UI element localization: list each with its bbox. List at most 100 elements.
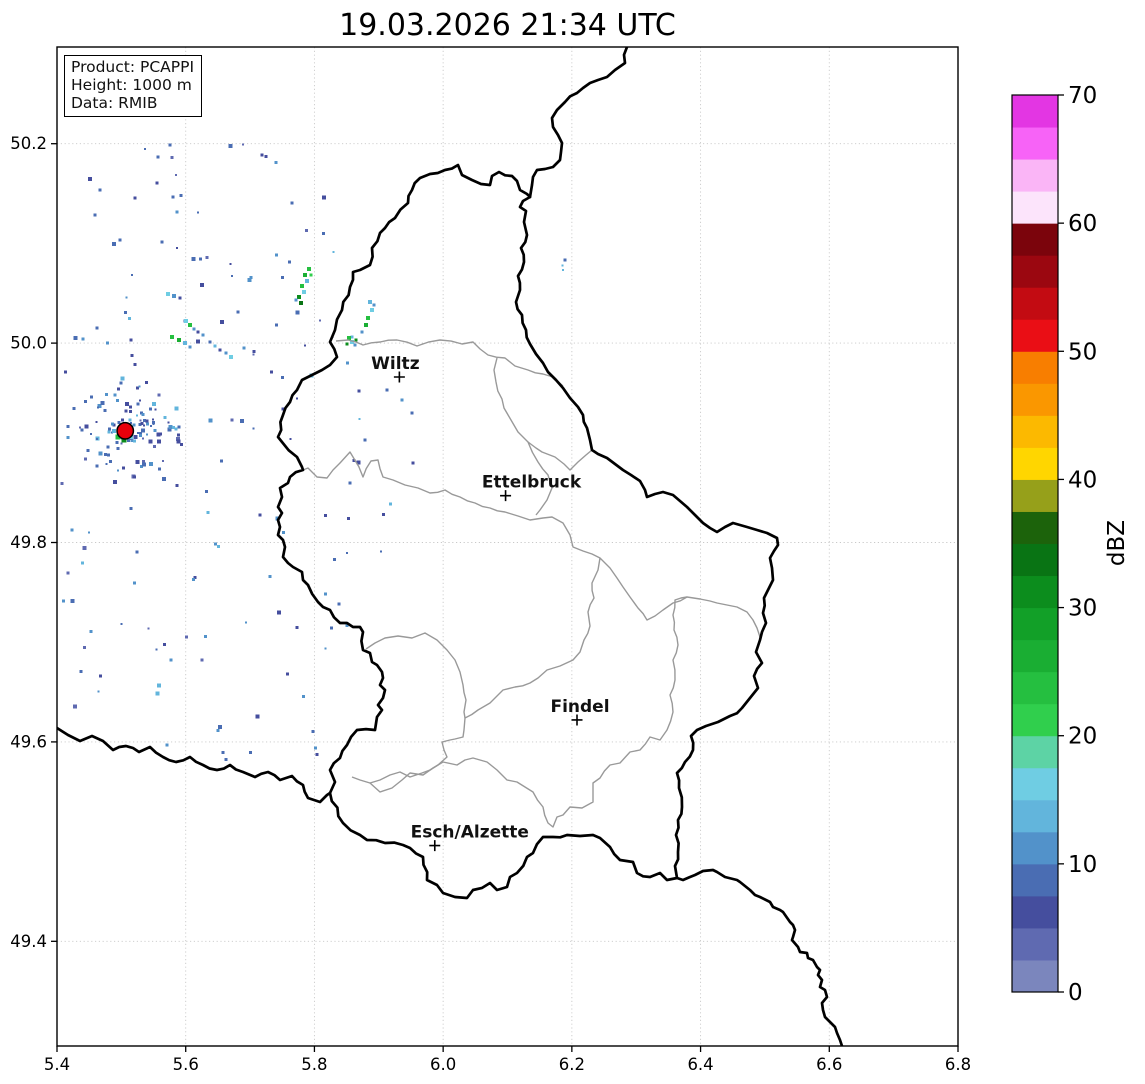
radar-echo-pixel — [192, 577, 196, 581]
colorbar-segment — [1012, 191, 1058, 224]
radar-echo-pixel — [200, 658, 204, 662]
radar-echo-pixel — [345, 342, 349, 346]
colorbar-segment — [1012, 319, 1058, 352]
colorbar-segment — [1012, 287, 1058, 320]
radar-echo-pixel — [242, 346, 246, 350]
district-border — [335, 339, 564, 387]
radar-echo-pixel — [309, 273, 313, 277]
colorbar-segment — [1012, 799, 1058, 833]
colorbar-segment — [1012, 735, 1058, 769]
radar-echo-pixel — [214, 542, 218, 546]
data-source-label: Data: RMIB — [71, 94, 158, 112]
radar-echo-pixel — [113, 393, 117, 397]
radar-echo-pixel — [260, 153, 264, 157]
radar-echo-pixel — [133, 434, 138, 439]
colorbar-segment — [1012, 351, 1058, 384]
radar-echo-pixel — [163, 415, 167, 419]
radar-echo-pixel — [112, 429, 116, 433]
radar-echo-pixel — [152, 402, 157, 407]
radar-echo-pixel — [133, 196, 137, 200]
radar-echo-pixel — [146, 422, 150, 426]
radar-echo-pixel — [157, 467, 161, 471]
radar-echo-pixel — [100, 400, 105, 405]
radar-echo-pixel — [95, 464, 99, 468]
radar-echo-pixel — [84, 400, 88, 404]
radar-echo-pixel — [255, 714, 260, 719]
x-tick-label: 6.6 — [816, 1055, 842, 1074]
radar-echo-pixel — [318, 319, 321, 322]
radar-echo-pixel — [80, 428, 84, 432]
radar-echo-pixel — [115, 441, 119, 444]
colorbar-segment — [1012, 415, 1058, 448]
radar-echo-pixel — [168, 425, 173, 430]
radar-echo-pixel — [98, 451, 103, 456]
radar-echo-pixel — [148, 439, 153, 444]
radar-echo-pixel — [297, 295, 301, 299]
radar-echo-pixel — [72, 704, 77, 709]
radar-echo-pixel — [198, 257, 202, 261]
radar-echo-pixel — [290, 201, 294, 205]
colorbar-segment — [1012, 863, 1058, 897]
radar-echo-pixel — [229, 355, 233, 359]
radar-echo-pixel — [280, 376, 284, 379]
radar-site-marker — [116, 421, 135, 440]
radar-echo-pixel — [388, 502, 392, 506]
colorbar-segment — [1012, 927, 1058, 961]
colorbar-tick-label: 70 — [1068, 83, 1097, 109]
radar-echo-pixel — [148, 462, 153, 466]
radar-echo-pixel — [127, 316, 131, 320]
radar-echo-pixel — [177, 338, 181, 342]
radar-echo-pixel — [103, 408, 107, 412]
colorbar-segment — [1012, 543, 1058, 577]
radar-echo-pixel — [167, 421, 170, 424]
radar-echo-pixel — [302, 290, 306, 294]
radar-echo-pixel — [176, 439, 181, 444]
x-tick-label: 6.0 — [430, 1055, 456, 1074]
colorbar-segment — [1012, 447, 1058, 480]
radar-echo-pixel — [129, 405, 133, 409]
radar-echo-pixel — [380, 550, 383, 553]
radar-echo-pixel — [294, 298, 298, 302]
radar-echo-pixel — [104, 393, 108, 396]
radar-echo-pixel — [136, 414, 138, 417]
radar-echo-pixel — [300, 284, 304, 288]
radar-echo-pixel — [142, 459, 146, 463]
radar-echo-pixel — [175, 210, 179, 214]
radar-echo-pixel — [179, 443, 183, 447]
radar-echo-pixel — [150, 425, 153, 428]
radar-echo-pixel — [231, 274, 234, 277]
radar-echo-pixel — [274, 160, 278, 164]
y-tick-label: 50.0 — [10, 334, 47, 353]
radar-echo-pixel — [95, 326, 99, 330]
radar-echo-pixel — [122, 466, 126, 470]
radar-echo-pixel — [141, 437, 144, 440]
radar-echo-pixel — [353, 343, 357, 347]
radar-echo-pixel — [156, 155, 160, 159]
radar-echo-pixel — [219, 459, 223, 463]
radar-echo-pixel — [270, 370, 274, 374]
radar-echo-pixel — [321, 195, 326, 200]
radar-echo-pixel — [116, 447, 120, 451]
radar-echo-pixel — [179, 194, 183, 197]
radar-echo-pixel — [332, 250, 335, 253]
radar-echo-pixel — [119, 381, 123, 385]
radar-echo-pixel — [153, 428, 157, 432]
radar-echo-pixel — [70, 528, 74, 532]
radar-echo-pixel — [199, 282, 204, 287]
radar-echo-pixel — [163, 643, 166, 647]
radar-echo-pixel — [363, 438, 367, 442]
radar-echo-pixel — [201, 333, 205, 337]
radar-echo-pixel — [112, 241, 116, 246]
radar-echo-pixel — [60, 482, 64, 485]
country-border — [528, 47, 629, 199]
colorbar-segment — [1012, 511, 1058, 544]
radar-echo-pixel — [109, 459, 113, 463]
radar-echo-pixel — [66, 436, 70, 440]
colorbar-segment — [1012, 383, 1058, 416]
country-border — [57, 726, 332, 804]
radar-echo-pixel — [64, 370, 68, 374]
radar-echo-pixel — [165, 743, 169, 747]
radar-echo-pixel — [98, 674, 102, 678]
radar-echo-pixel — [410, 411, 414, 415]
radar-echo-pixel — [120, 442, 123, 445]
